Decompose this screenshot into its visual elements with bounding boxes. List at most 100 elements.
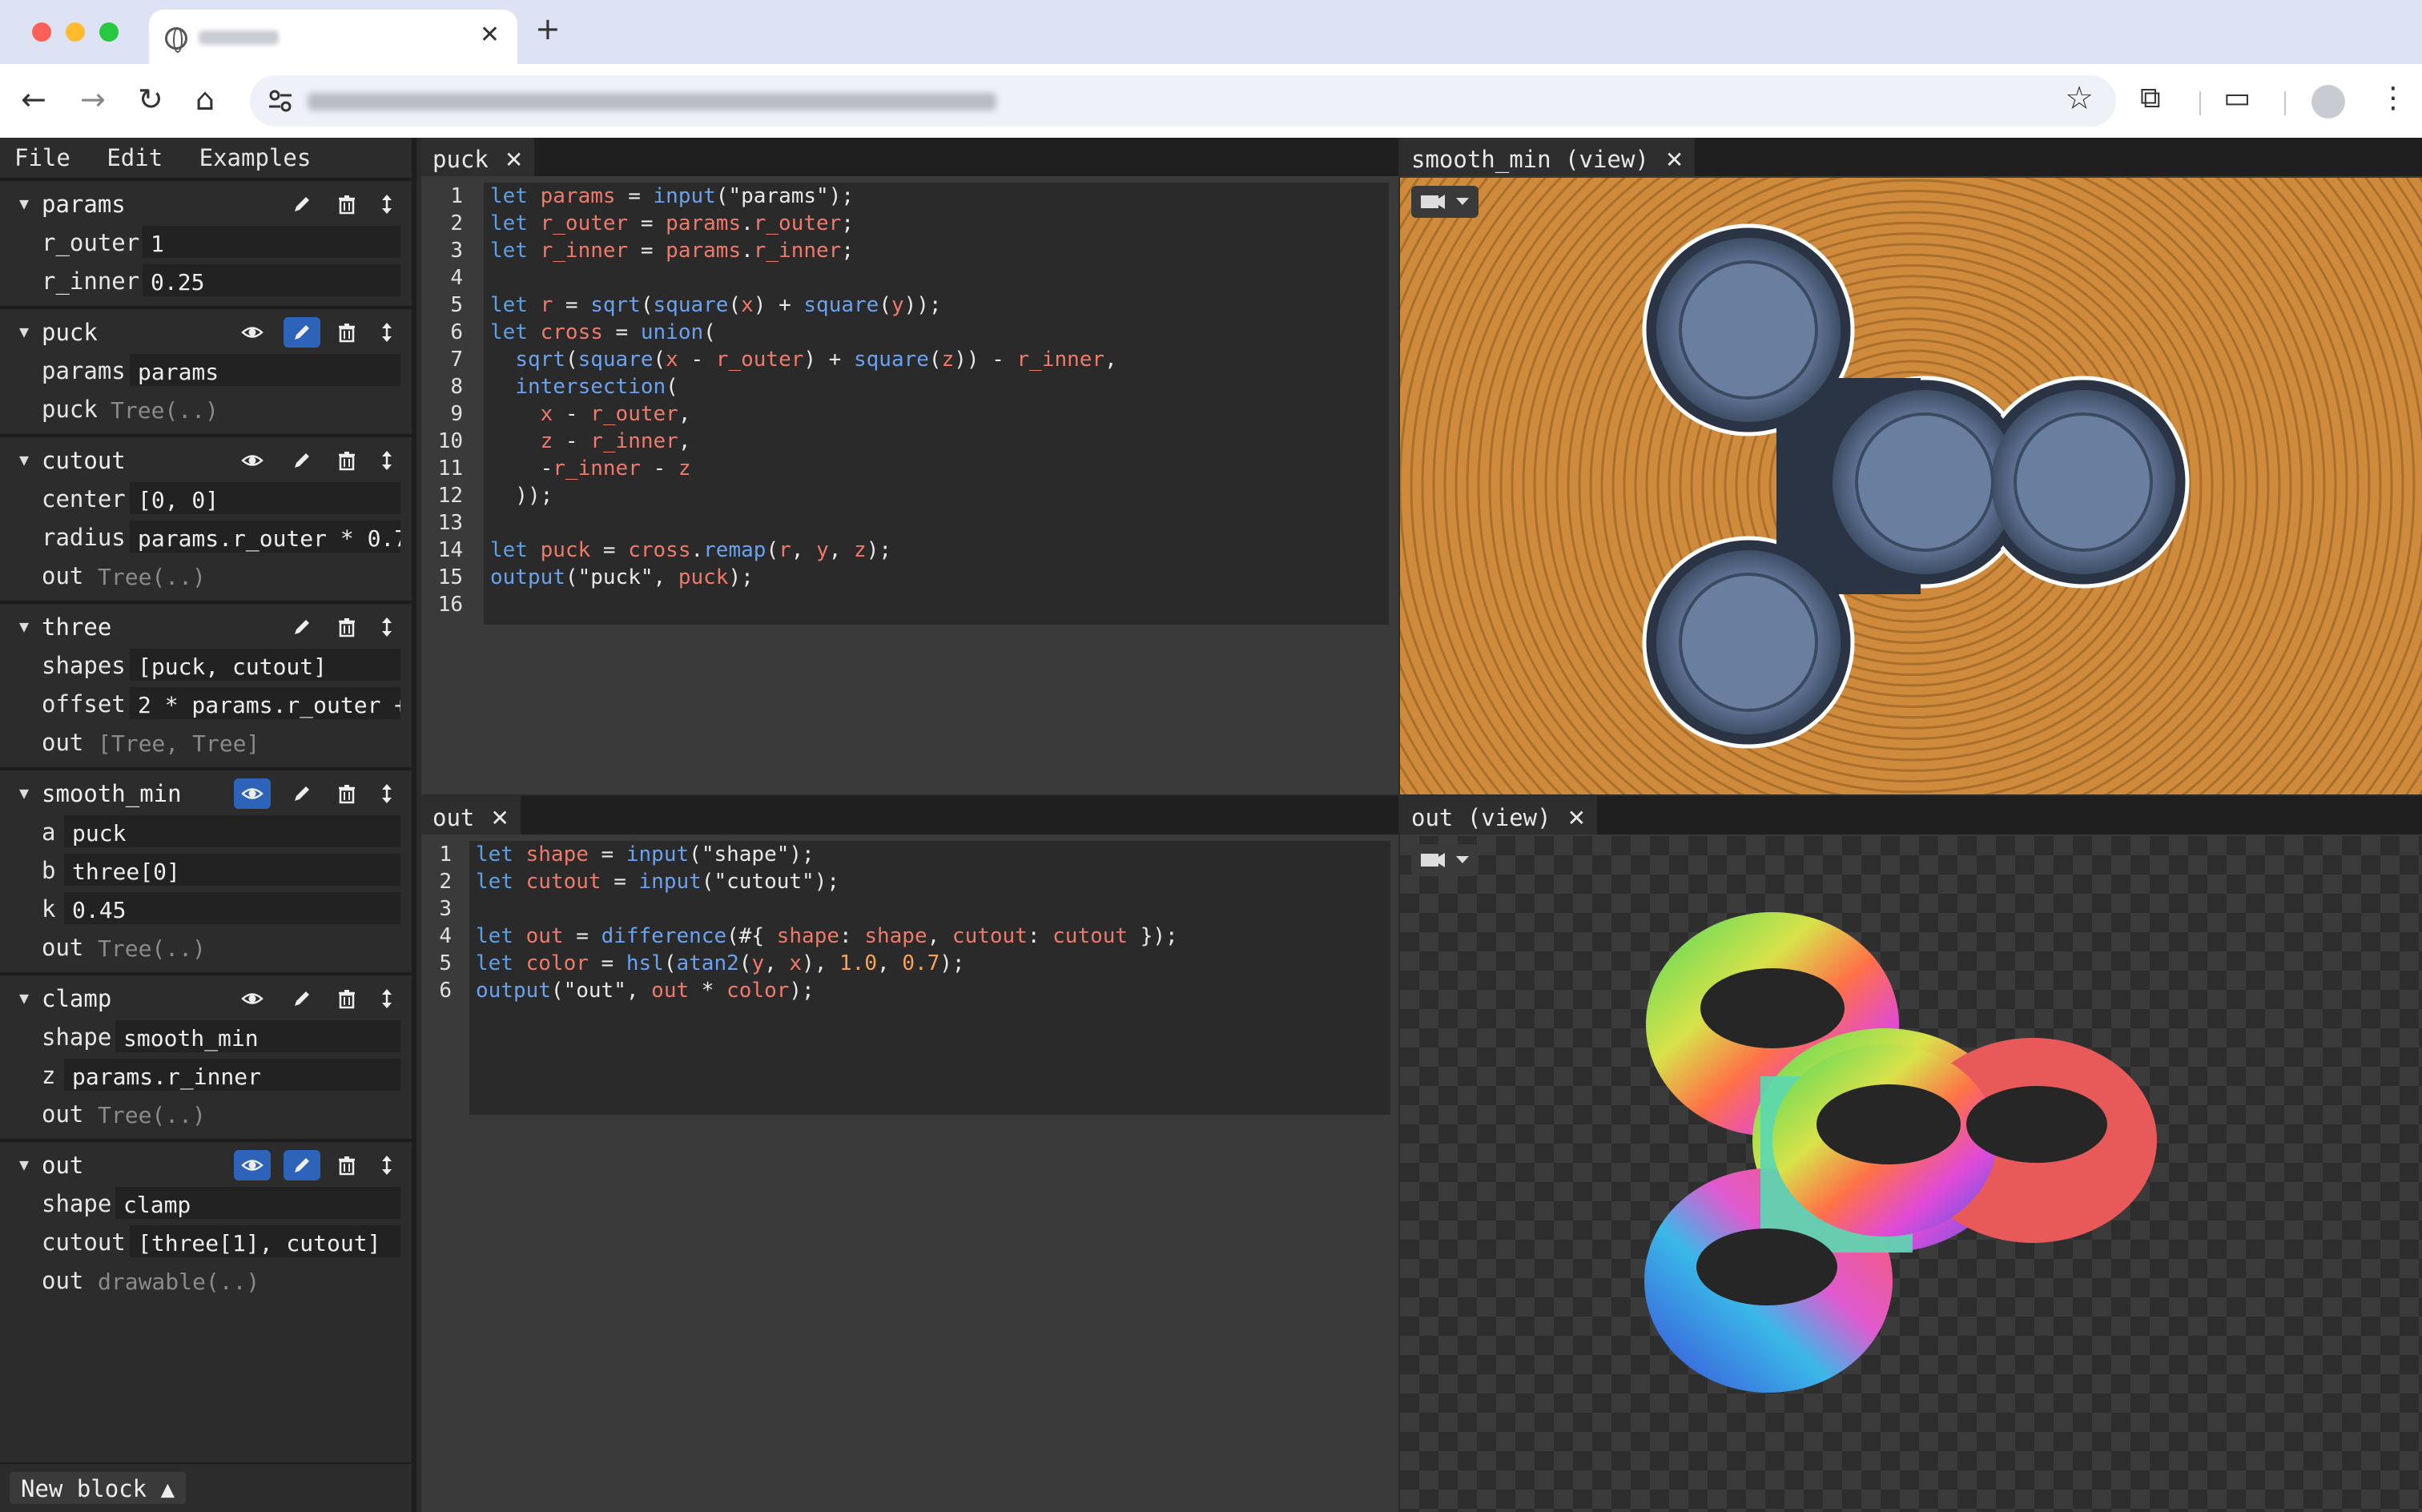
field-input[interactable]: smooth_min xyxy=(115,1020,400,1052)
pencil-icon[interactable] xyxy=(284,778,320,809)
sdf-render xyxy=(1400,178,2422,794)
camera-menu-button[interactable] xyxy=(1411,186,1479,218)
trash-icon[interactable] xyxy=(328,189,365,219)
eye-icon[interactable] xyxy=(234,1150,271,1180)
block-out: ▼ out shape clamp cutout [three[1], cutout] ou… xyxy=(0,1139,412,1305)
home-icon[interactable]: ⌂ xyxy=(195,82,215,117)
eye-icon[interactable] xyxy=(234,983,271,1014)
close-window-button[interactable] xyxy=(32,22,51,42)
new-tab-button[interactable]: + xyxy=(535,11,561,46)
collapse-triangle-icon[interactable]: ▼ xyxy=(19,450,29,469)
close-icon[interactable]: ✕ xyxy=(505,147,523,173)
pencil-icon[interactable] xyxy=(284,189,320,219)
reorder-icon[interactable] xyxy=(368,983,400,1014)
menu-edit[interactable]: Edit xyxy=(107,144,163,171)
collapse-triangle-icon[interactable]: ▼ xyxy=(19,617,29,636)
pencil-icon[interactable] xyxy=(284,983,320,1014)
code-line: -r_inner - z xyxy=(490,456,691,481)
more-icon[interactable]: ⋮ xyxy=(2379,82,2408,115)
tab-out-view[interactable]: out (view) ✕ xyxy=(1400,796,1598,834)
trash-icon[interactable] xyxy=(328,445,365,476)
menu-examples[interactable]: Examples xyxy=(199,144,312,171)
collapse-triangle-icon[interactable]: ▼ xyxy=(19,783,29,802)
reorder-icon[interactable] xyxy=(368,189,400,219)
line-number: 2 xyxy=(439,870,452,894)
smooth-min-view-pane: smooth_min (view) ✕ xyxy=(1400,138,2422,794)
field-input[interactable]: 1 xyxy=(143,226,400,258)
pencil-icon[interactable] xyxy=(284,612,320,642)
address-bar[interactable]: ☆ xyxy=(250,75,2116,127)
tab-puck[interactable]: puck ✕ xyxy=(421,138,535,176)
sdf-viewport[interactable] xyxy=(1400,178,2422,794)
reorder-icon[interactable] xyxy=(368,612,400,642)
line-number: 5 xyxy=(450,293,463,317)
trash-icon[interactable] xyxy=(328,1150,365,1180)
tab-smooth-min-view[interactable]: smooth_min (view) ✕ xyxy=(1400,138,1696,176)
close-tab-button[interactable]: ✕ xyxy=(480,21,500,49)
reorder-icon[interactable] xyxy=(368,1150,400,1180)
minimize-window-button[interactable] xyxy=(66,22,85,42)
field-label: b xyxy=(42,857,56,884)
field-input[interactable]: [puck, cutout] xyxy=(130,649,400,681)
field-label: out xyxy=(42,1100,84,1128)
field-cutout: cutout [three[1], cutout] xyxy=(0,1222,412,1261)
collapse-triangle-icon[interactable]: ▼ xyxy=(19,322,29,341)
reorder-icon[interactable] xyxy=(368,445,400,476)
field-input[interactable]: params.r_outer * 0.7 xyxy=(130,521,400,553)
close-icon[interactable]: ✕ xyxy=(1665,147,1684,173)
line-number: 12 xyxy=(437,484,463,508)
reorder-icon[interactable] xyxy=(368,778,400,809)
field-input[interactable]: params xyxy=(130,354,400,386)
profile-icon[interactable] xyxy=(2311,85,2345,119)
browser-tab[interactable]: ✕ xyxy=(149,10,517,64)
block-three: ▼ three shapes [puck, cutout] offset 2 * para… xyxy=(0,601,412,767)
pencil-icon[interactable] xyxy=(284,1150,320,1180)
trash-icon[interactable] xyxy=(328,317,365,348)
code-line: let cross = union( xyxy=(490,320,716,344)
render-viewport[interactable] xyxy=(1400,836,2422,1512)
code-line: let out = difference(#{ shape: shape, cu… xyxy=(476,924,1178,948)
collapse-triangle-icon[interactable]: ▼ xyxy=(19,1155,29,1174)
star-icon[interactable]: ☆ xyxy=(2065,80,2094,117)
eye-icon[interactable] xyxy=(234,317,271,348)
field-label: shape xyxy=(42,1190,112,1217)
field-out: out drawable(..) xyxy=(0,1261,412,1299)
field-input[interactable]: 0.25 xyxy=(143,264,400,296)
eye-icon[interactable] xyxy=(234,778,271,809)
menu-file[interactable]: File xyxy=(14,144,70,171)
field-input[interactable]: three[0] xyxy=(64,854,400,886)
close-icon[interactable]: ✕ xyxy=(1567,805,1586,831)
pencil-icon[interactable] xyxy=(284,317,320,348)
cast-icon[interactable]: ▭ xyxy=(2223,82,2251,115)
collapse-triangle-icon[interactable]: ▼ xyxy=(19,988,29,1007)
reorder-icon[interactable] xyxy=(368,317,400,348)
back-icon[interactable]: ← xyxy=(21,82,46,117)
field-input[interactable]: [three[1], cutout] xyxy=(130,1225,400,1257)
camera-menu-button[interactable] xyxy=(1411,844,1479,876)
zoom-window-button[interactable] xyxy=(99,22,119,42)
collapse-triangle-icon[interactable]: ▼ xyxy=(19,194,29,213)
code-editor-out[interactable]: 1 2 3 4 5 6 let shape = input("shape"); let cu… xyxy=(421,841,1390,1115)
block-title: params xyxy=(42,191,126,218)
block-clamp: ▼ clamp shape smooth_min z params.r_inner out T… xyxy=(0,972,412,1139)
new-block-button[interactable]: New block ▲ xyxy=(10,1472,187,1504)
reload-icon[interactable]: ↻ xyxy=(138,82,163,117)
site-settings-icon[interactable] xyxy=(268,88,293,114)
trash-icon[interactable] xyxy=(328,983,365,1014)
line-number: 7 xyxy=(450,348,463,372)
extensions-icon[interactable]: ⧉ xyxy=(2140,82,2161,115)
field-input[interactable]: clamp xyxy=(115,1187,400,1219)
tab-out[interactable]: out ✕ xyxy=(421,796,521,834)
field-input[interactable]: 0.45 xyxy=(64,892,400,924)
field-input[interactable]: puck xyxy=(64,815,400,847)
trash-icon[interactable] xyxy=(328,778,365,809)
field-input[interactable]: [0, 0] xyxy=(130,482,400,514)
code-editor-puck[interactable]: 1 2 3 4 5 6 7 8 9 10 11 12 13 14 15 16 let params = inp… xyxy=(421,183,1390,631)
trash-icon[interactable] xyxy=(328,612,365,642)
forward-icon[interactable]: → xyxy=(80,82,106,117)
eye-icon[interactable] xyxy=(234,445,271,476)
field-input[interactable]: params.r_inner xyxy=(64,1059,400,1091)
close-icon[interactable]: ✕ xyxy=(490,805,509,831)
field-input[interactable]: 2 * params.r_outer + xyxy=(130,687,400,719)
pencil-icon[interactable] xyxy=(284,445,320,476)
